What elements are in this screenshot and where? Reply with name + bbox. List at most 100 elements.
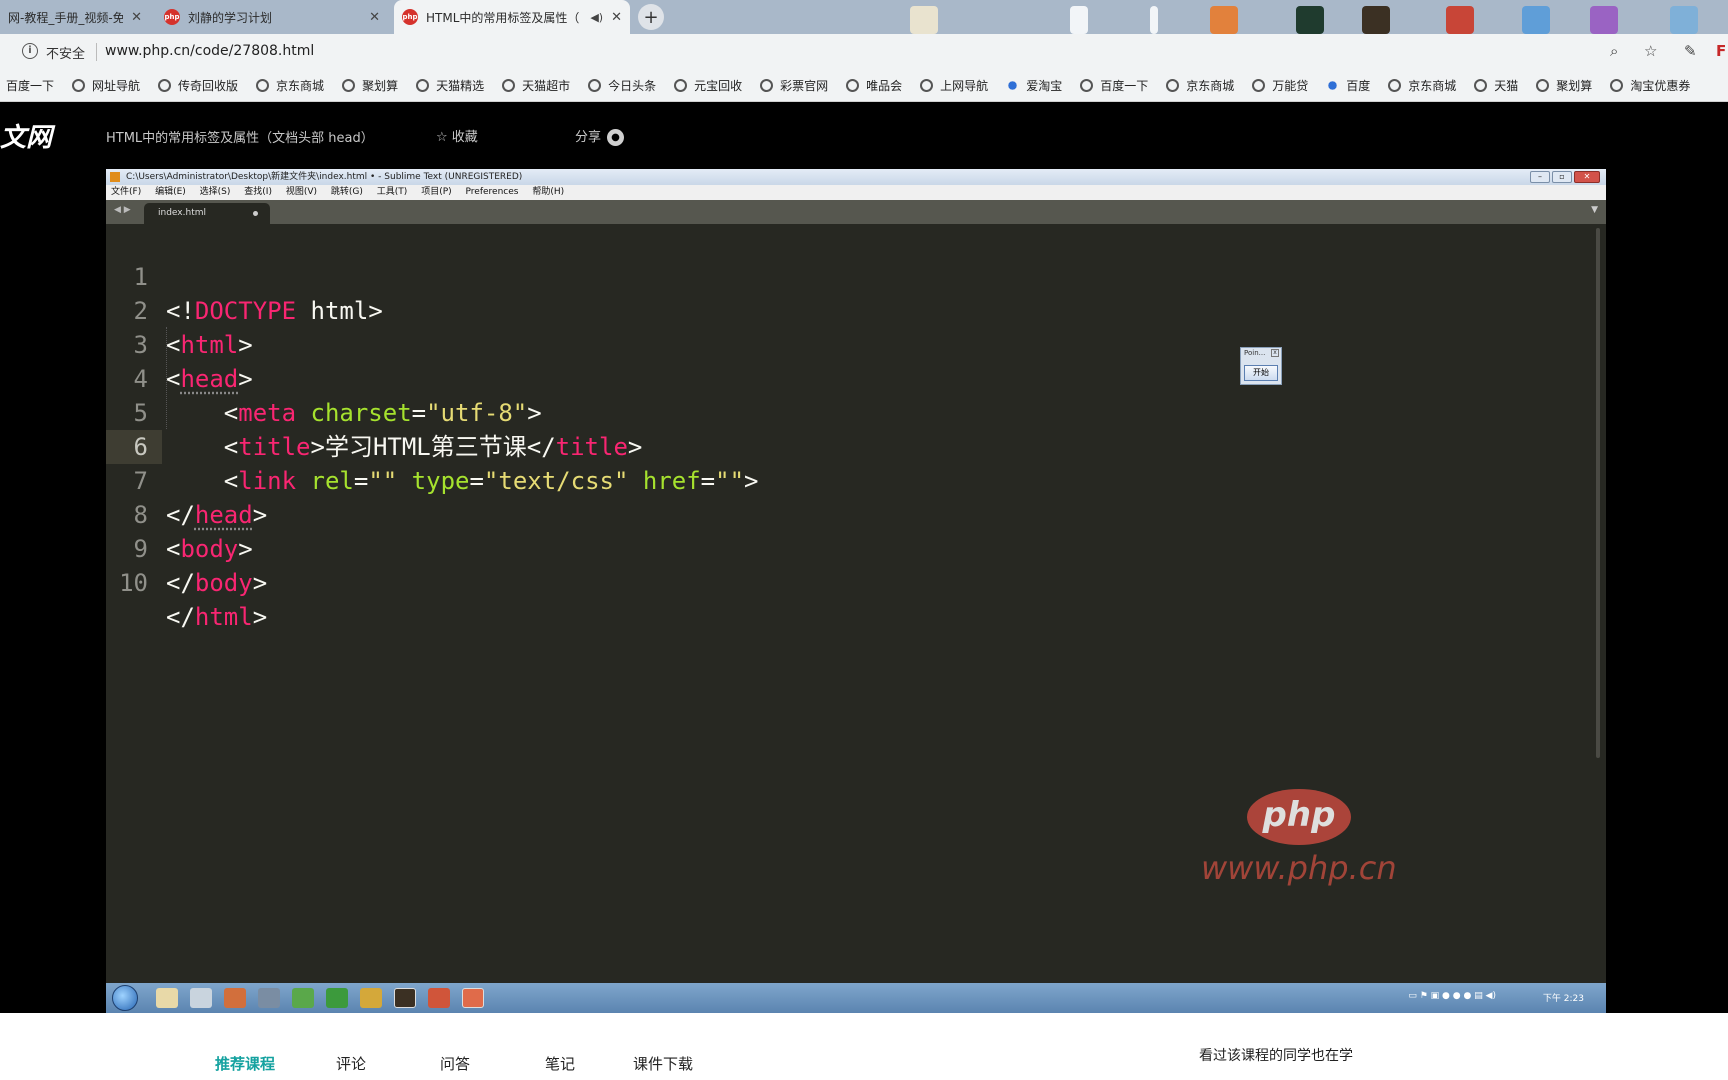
new-tab-button[interactable]: +	[638, 4, 664, 30]
bookmark-item[interactable]: 百度一下	[1080, 77, 1148, 94]
tab-recommended-courses[interactable]: 推荐课程	[215, 1053, 275, 1074]
close-icon[interactable]: ✕	[611, 10, 622, 25]
share-button[interactable]: 分享 ●	[575, 126, 625, 146]
globe-icon	[72, 79, 86, 92]
browser-tab-2[interactable]: php 刘静的学习计划 ✕	[156, 0, 388, 34]
code-line[interactable]: 7 </head>	[106, 430, 1586, 529]
menu-file[interactable]: 文件(F)	[111, 187, 141, 197]
video-player[interactable]: C:\Users\Administrator\Desktop\新建文件夹\ind…	[106, 169, 1606, 1013]
bookmark-item[interactable]: 天猫	[1474, 77, 1518, 94]
chrome-icon[interactable]	[360, 988, 382, 1008]
menu-view[interactable]: 视图(V)	[286, 187, 317, 197]
tab-comments[interactable]: 评论	[336, 1053, 366, 1074]
bookmark-label: 淘宝优惠券	[1630, 79, 1691, 93]
start-button[interactable]: 开始	[1244, 365, 1278, 381]
code-line[interactable]: 4 <meta charset="utf-8">	[106, 328, 1586, 427]
code-line[interactable]: 1 <!DOCTYPE html>	[106, 226, 1586, 325]
bookmark-item[interactable]: 传奇回收版	[158, 77, 238, 94]
bookmark-item[interactable]: 百度	[1326, 77, 1370, 94]
tab-qa[interactable]: 问答	[440, 1053, 470, 1074]
media-player-icon[interactable]	[292, 988, 314, 1008]
code-line-current[interactable]: 6 <link rel="" type="text/css" href="">	[106, 396, 1586, 495]
globe-icon	[1166, 79, 1180, 92]
pointer-tool-popup[interactable]: Poin... x 开始	[1240, 347, 1282, 385]
site-logo[interactable]: 文网	[0, 117, 52, 154]
menu-goto[interactable]: 跳转(G)	[331, 187, 363, 197]
maximize-icon[interactable]: ▫	[1552, 171, 1572, 183]
info-icon[interactable]: i	[22, 43, 38, 59]
bookmark-star-icon[interactable]: ☆	[1644, 42, 1657, 60]
code-line[interactable]: 8 <body>	[106, 464, 1586, 563]
speaker-icon[interactable]: ◀)	[590, 11, 603, 24]
globe-icon	[502, 79, 516, 92]
taskbar-app-icon[interactable]	[190, 988, 212, 1008]
menu-selection[interactable]: 选择(S)	[200, 187, 231, 197]
browser-tab-3[interactable]: php HTML中的常用标签及属性（ ◀) ✕	[394, 0, 630, 34]
bookmark-item[interactable]: 京东商城	[1388, 77, 1456, 94]
bookmark-item[interactable]: 网址导航	[72, 77, 140, 94]
close-icon[interactable]: ✕	[369, 10, 380, 25]
bookmark-item[interactable]: 京东商城	[1166, 77, 1234, 94]
code-line[interactable]: 2 <html>	[106, 260, 1586, 359]
editor-scrollbar[interactable]	[1596, 228, 1600, 758]
code-line[interactable]: 3 <head>	[106, 294, 1586, 393]
close-icon[interactable]: x	[1271, 349, 1279, 357]
star-icon: ☆	[436, 130, 452, 145]
unsaved-dot-icon[interactable]	[253, 211, 258, 216]
browser-tab-1[interactable]: 网-教程_手册_视频-免费 ✕	[0, 0, 150, 34]
sublime-taskbar-icon[interactable]	[394, 988, 416, 1008]
bookmark-item[interactable]: 上网导航	[920, 77, 988, 94]
menu-project[interactable]: 项目(P)	[421, 187, 451, 197]
bookmark-item[interactable]: 今日头条	[588, 77, 656, 94]
tab-nav-arrows-icon[interactable]: ◀ ▶	[114, 205, 131, 215]
file-tab[interactable]: index.html	[144, 203, 270, 224]
minimize-icon[interactable]: –	[1530, 171, 1550, 183]
start-button[interactable]	[112, 985, 138, 1011]
collect-button[interactable]: ☆ 收藏	[436, 126, 478, 145]
menu-edit[interactable]: 编辑(E)	[155, 187, 186, 197]
bookmark-item[interactable]: 淘宝优惠券	[1610, 77, 1690, 94]
security-label[interactable]: 不安全	[46, 43, 85, 62]
bookmark-item[interactable]: 京东商城	[256, 77, 324, 94]
bookmark-label: 京东商城	[276, 79, 325, 93]
code-line[interactable]: 10 </html>	[106, 532, 1586, 631]
code-line[interactable]: 9 </body>	[106, 498, 1586, 597]
explorer-icon[interactable]	[156, 988, 178, 1008]
tab-courseware-download[interactable]: 课件下载	[633, 1053, 693, 1074]
taskbar-app-icon[interactable]	[428, 988, 450, 1008]
bookmark-item[interactable]: 聚划算	[1536, 77, 1592, 94]
globe-icon	[920, 79, 934, 92]
bookmark-item[interactable]: 唯品会	[846, 77, 902, 94]
url-input[interactable]: www.php.cn/code/27808.html	[105, 43, 314, 59]
bookmark-label: 聚划算	[1556, 79, 1593, 93]
taskbar-app-icon[interactable]	[224, 988, 246, 1008]
system-tray-icons[interactable]: ▭ ⚑ ▣ ● ● ● ▤ ◀)	[1408, 991, 1496, 1001]
close-icon[interactable]: ✕	[131, 10, 142, 25]
taskbar-app-icon[interactable]	[258, 988, 280, 1008]
menu-tools[interactable]: 工具(T)	[377, 187, 408, 197]
bookmark-item[interactable]: 聚划算	[342, 77, 398, 94]
zoom-icon[interactable]: ⌕	[1610, 42, 1618, 60]
menu-find[interactable]: 查找(I)	[244, 187, 272, 197]
bookmark-item[interactable]: 天猫超市	[502, 77, 570, 94]
desktop-icon	[1670, 6, 1698, 34]
taskbar-app-icon[interactable]	[462, 988, 484, 1008]
menu-help[interactable]: 帮助(H)	[532, 187, 564, 197]
close-icon[interactable]: ✕	[1574, 171, 1600, 183]
globe-icon	[158, 79, 172, 92]
extension-icon[interactable]: F	[1716, 42, 1726, 60]
bookmark-item[interactable]: 彩票官网	[760, 77, 828, 94]
extension-icon[interactable]: ✎	[1684, 42, 1697, 60]
tab-notes[interactable]: 笔记	[545, 1053, 575, 1074]
tab-dropdown-icon[interactable]: ▼	[1591, 205, 1598, 215]
bookmark-item[interactable]: 百度一下	[6, 77, 54, 94]
bookmark-item[interactable]: 元宝回收	[674, 77, 742, 94]
taskbar-app-icon[interactable]	[326, 988, 348, 1008]
taskbar-clock[interactable]: 下午 2:23	[1543, 991, 1584, 1004]
bookmark-item[interactable]: 万能贷	[1252, 77, 1308, 94]
desktop-icon	[1446, 6, 1474, 34]
bookmark-item[interactable]: 天猫精选	[416, 77, 484, 94]
menu-preferences[interactable]: Preferences	[466, 187, 519, 197]
bookmark-item[interactable]: 爱淘宝	[1006, 77, 1062, 94]
code-line[interactable]: 5 <title>学习HTML第三节课</title>	[106, 362, 1586, 461]
